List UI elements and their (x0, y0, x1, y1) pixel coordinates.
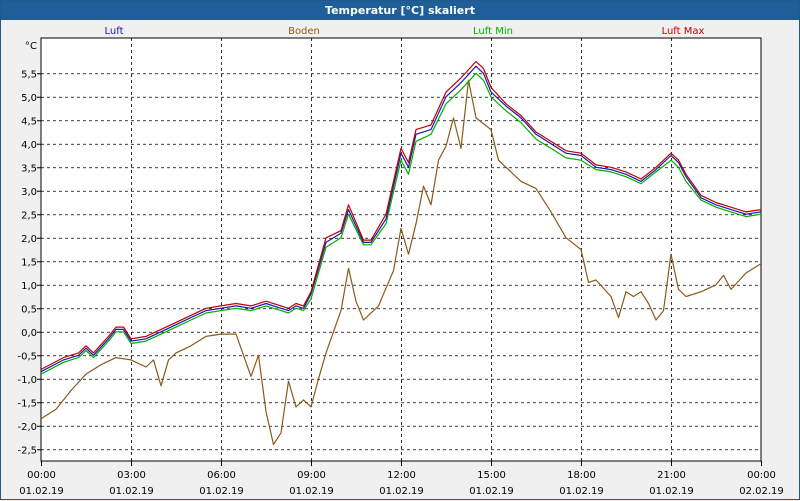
y-tick-label: -2,5 (17, 445, 37, 456)
y-tick-label: 0,5 (21, 304, 37, 315)
x-tick-date: 01.02.19 (379, 486, 424, 497)
x-tick-date: 01.02.19 (289, 486, 334, 497)
x-tick-date: 01.02.19 (109, 486, 154, 497)
y-tick-label: 2,0 (21, 234, 37, 245)
x-tick-date: 01.02.19 (199, 486, 244, 497)
legend-luft-max: Luft Max (662, 26, 705, 37)
y-tick-label: 3,5 (21, 163, 37, 174)
y-tick-label: 0,0 (21, 328, 37, 339)
legend-luft: Luft (105, 26, 124, 37)
y-tick-label: 1,5 (21, 257, 37, 268)
legend-luft-min: Luft Min (473, 26, 513, 37)
x-tick-date: 01.02.19 (559, 486, 604, 497)
y-tick-label: 4,0 (21, 140, 37, 151)
y-axis-label: °C (25, 41, 37, 52)
x-tick-date: 01.02.19 (469, 486, 514, 497)
plot-area (40, 37, 762, 462)
x-tick-time: 00:00 (747, 470, 776, 481)
x-tick-date: 01.02.19 (19, 486, 64, 497)
x-tick-time: 15:00 (477, 470, 506, 481)
x-tick-time: 18:00 (567, 470, 596, 481)
x-tick-date: 02.02.19 (739, 486, 784, 497)
y-tick-label: -1,5 (17, 398, 37, 409)
y-tick-label: 1,0 (21, 281, 37, 292)
legend-boden: Boden (288, 26, 320, 37)
x-tick-date: 01.02.19 (649, 486, 694, 497)
chart-window: Temperatur [°C] skaliert 5,5 5,0 4,5 4,0 3,5… (0, 0, 800, 500)
y-tick-label: -0,5 (17, 351, 37, 362)
y-tick-label: 3,0 (21, 187, 37, 198)
y-tick-label: 5,0 (21, 93, 37, 104)
x-tick-time: 09:00 (297, 470, 326, 481)
x-tick-time: 06:00 (207, 470, 236, 481)
x-tick-time: 21:00 (657, 470, 686, 481)
x-tick-time: 03:00 (117, 470, 146, 481)
y-tick-label: 4,5 (21, 116, 37, 127)
y-tick-label: -2,0 (17, 422, 37, 433)
x-tick-time: 00:00 (27, 470, 56, 481)
y-tick-label: -1,0 (17, 375, 37, 386)
x-tick-time: 12:00 (387, 470, 416, 481)
y-tick-label: 5,5 (21, 69, 37, 80)
temperature-chart: 5,5 5,0 4,5 4,0 3,5 3,0 2,5 2,0 1,5 1,0 0,5 0,0 -0,5… (17, 26, 784, 497)
y-tick-label: 2,5 (21, 210, 37, 221)
